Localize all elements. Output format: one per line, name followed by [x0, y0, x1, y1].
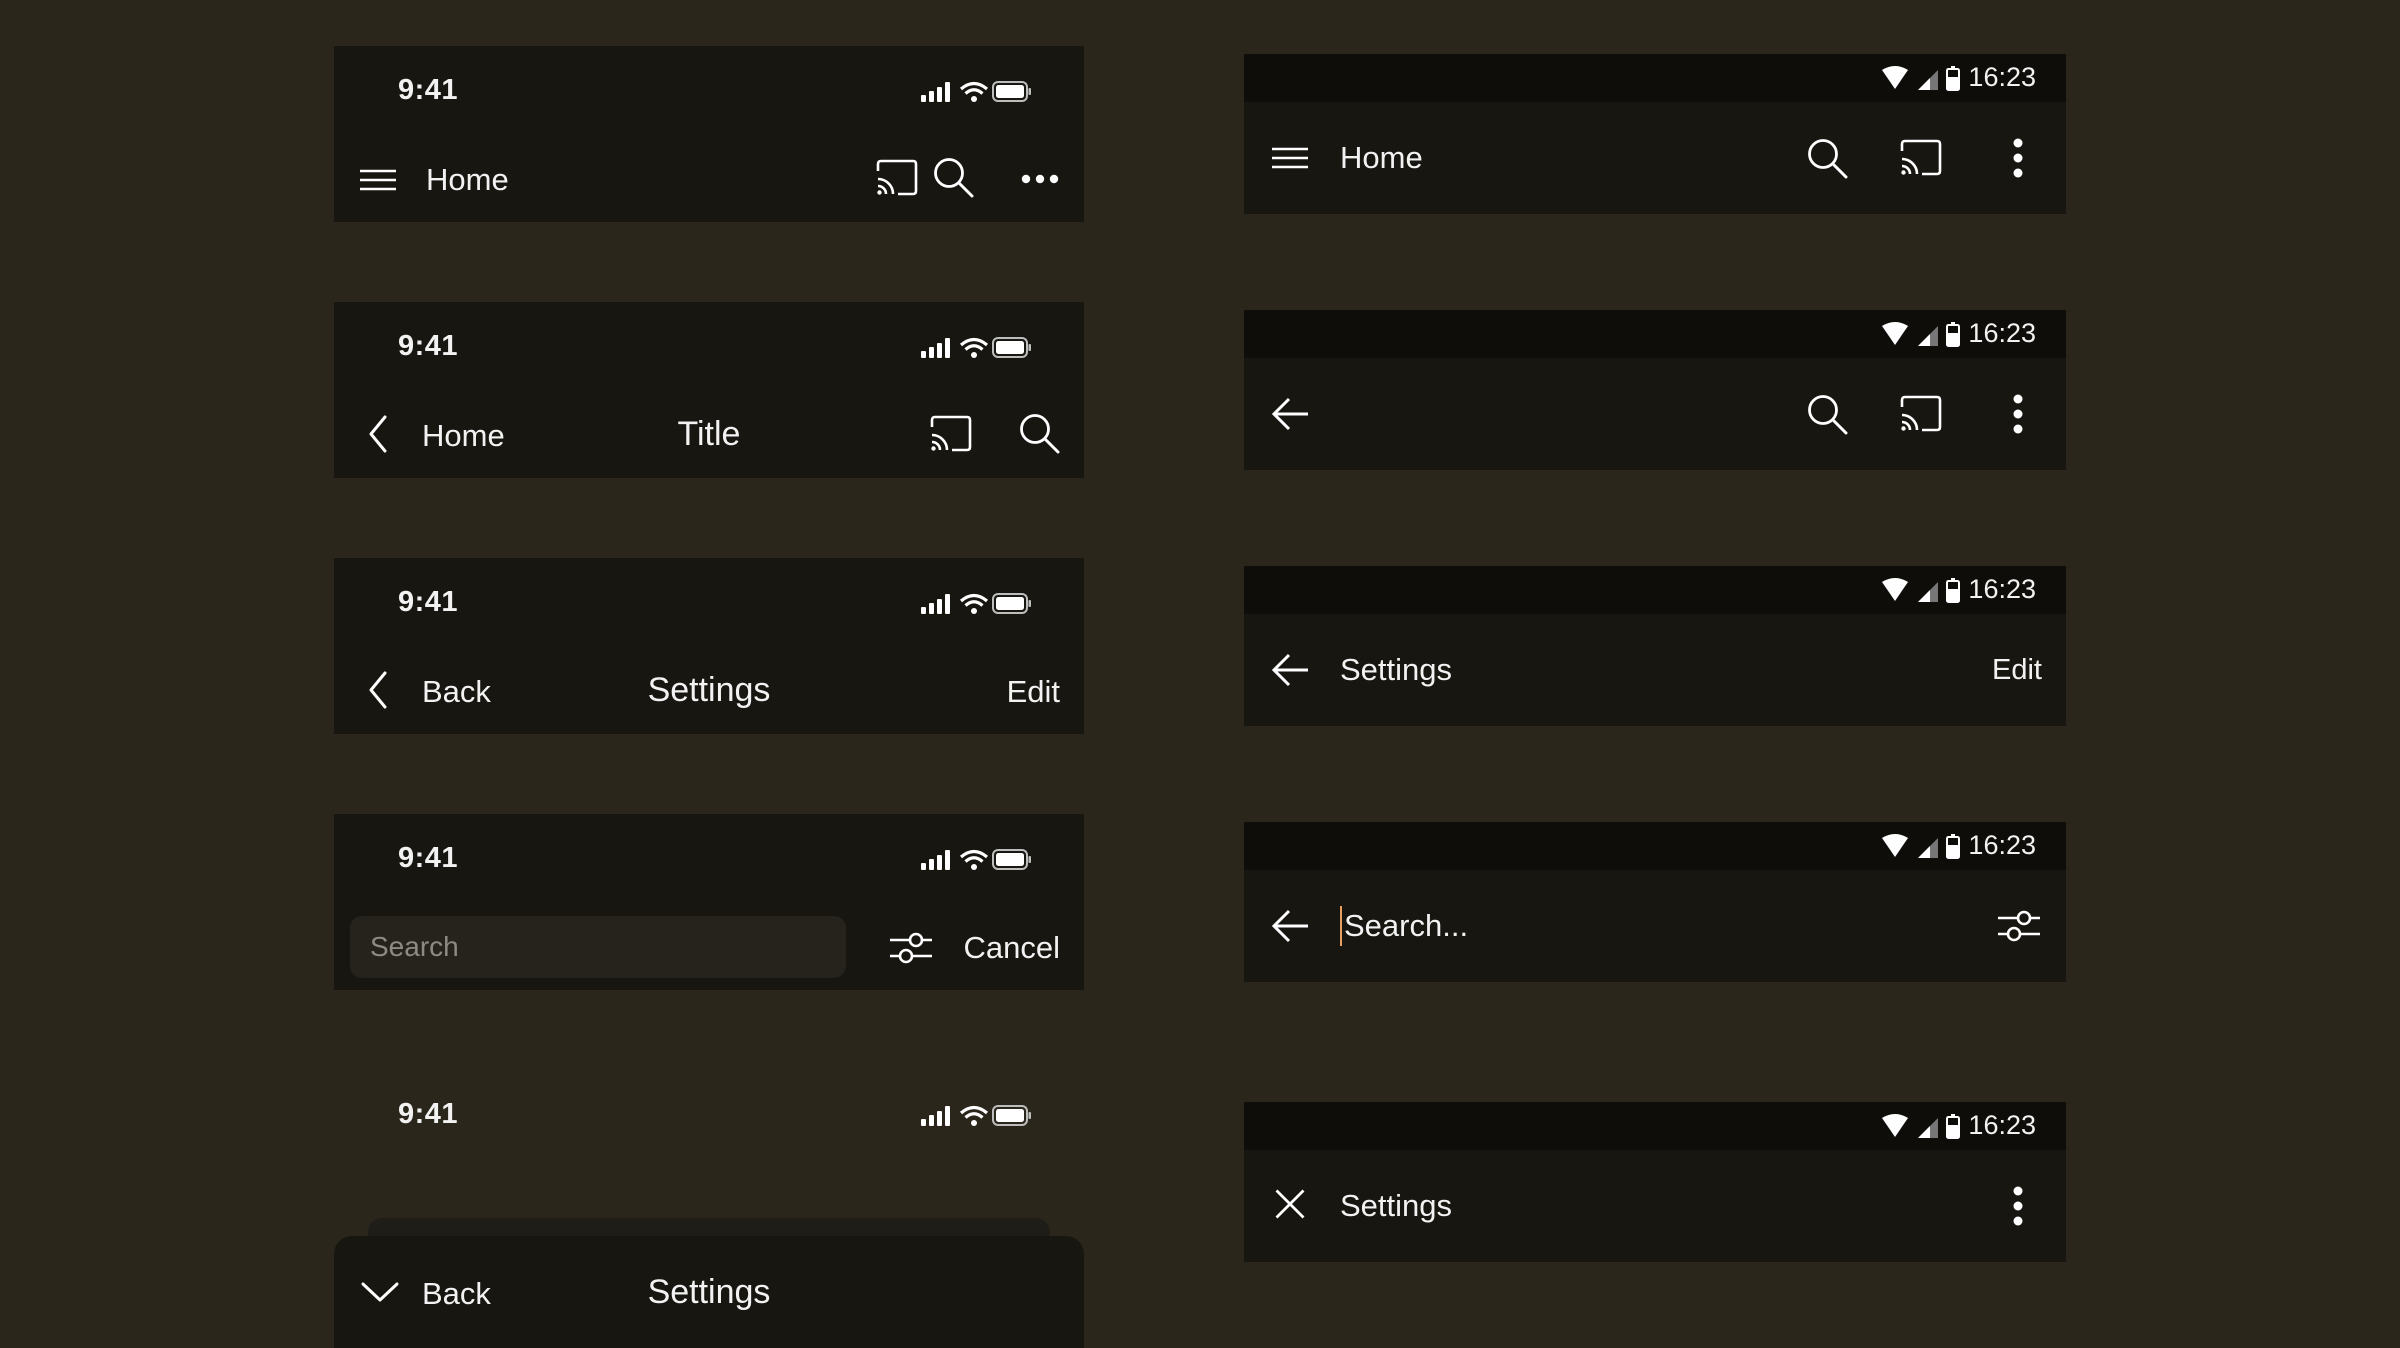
android-toolbar: Settings [1244, 1150, 2066, 1262]
ios-navbar-settings: 9:41 Back Settings Edit [334, 558, 1084, 734]
cast-icon[interactable] [1898, 138, 1944, 178]
search-input[interactable]: Search [350, 916, 846, 978]
status-time: 9:41 [398, 74, 459, 106]
android-appbar-settings: 16:23 Settings Edit [1244, 566, 2066, 726]
filter-sliders-icon[interactable] [888, 928, 934, 968]
signal-wifi-battery-icon [921, 590, 1031, 620]
ios-nav-bar: Search Cancel [334, 902, 1084, 990]
wifi-signal-battery-icon [1880, 832, 1970, 862]
status-time: 16:23 [1968, 574, 2036, 604]
signal-wifi-battery-icon [921, 78, 1031, 108]
android-toolbar: Search... [1244, 870, 2066, 982]
ios-status-bar: 9:41 [334, 814, 1084, 902]
status-time: 9:41 [398, 1098, 459, 1130]
text-cursor [1340, 906, 1342, 946]
status-time: 16:23 [1968, 62, 2036, 92]
ios-nav-bar: Back Settings Edit [334, 646, 1084, 734]
android-toolbar [1244, 358, 2066, 470]
page-title: Settings [647, 671, 771, 709]
status-time: 9:41 [398, 586, 459, 618]
search-value[interactable]: Search... [1344, 908, 1468, 944]
cast-icon[interactable] [1898, 394, 1944, 434]
edit-button[interactable]: Edit [1992, 654, 2042, 687]
wifi-signal-battery-icon [1880, 576, 1970, 606]
cast-icon[interactable] [874, 158, 920, 198]
status-time: 16:23 [1968, 1110, 2036, 1140]
android-appbar-back: 16:23 [1244, 310, 2066, 470]
ios-sheet-navbar: 9:41 Back Settings [334, 1070, 1084, 1348]
ios-status-bar: 9:41 [334, 1070, 1084, 1158]
search-icon[interactable] [932, 156, 974, 198]
search-placeholder: Search [370, 931, 459, 962]
wifi-signal-battery-icon [1880, 64, 1970, 94]
ios-search-bar: 9:41 Search Cancel [334, 814, 1084, 990]
android-status-bar: 16:23 [1244, 310, 2066, 358]
android-toolbar: Home [1244, 102, 2066, 214]
ios-status-bar: 9:41 [334, 302, 1084, 390]
arrow-back-icon[interactable] [1270, 394, 1310, 434]
android-status-bar: 16:23 [1244, 822, 2066, 870]
close-icon[interactable] [1272, 1186, 1308, 1222]
android-status-bar: 16:23 [1244, 1102, 2066, 1150]
arrow-back-icon[interactable] [1270, 906, 1310, 946]
toolbar-title: Home [1340, 140, 1423, 175]
android-status-bar: 16:23 [1244, 54, 2066, 102]
toolbar-title: Settings [1340, 1188, 1453, 1223]
cancel-button[interactable]: Cancel [964, 930, 1061, 966]
search-icon[interactable] [1806, 393, 1848, 435]
ios-nav-bar: Home [334, 134, 1084, 222]
android-search-bar: 16:23 Search... [1244, 822, 2066, 982]
cast-icon[interactable] [928, 414, 974, 454]
arrow-back-icon[interactable] [1270, 650, 1310, 690]
android-toolbar: Settings Edit [1244, 614, 2066, 726]
ios-nav-bar: Home Title [334, 390, 1084, 478]
signal-wifi-battery-icon [921, 1102, 1031, 1132]
more-vertical-icon[interactable] [2012, 393, 2024, 435]
signal-wifi-battery-icon [921, 334, 1031, 364]
toolbar-title: Settings [1340, 652, 1453, 687]
wifi-signal-battery-icon [1880, 320, 1970, 350]
wifi-signal-battery-icon [1880, 1112, 1970, 1142]
ios-navbar-home: 9:41 Home [334, 46, 1084, 222]
more-horizontal-icon[interactable] [1020, 173, 1060, 185]
signal-wifi-battery-icon [921, 846, 1031, 876]
menu-icon[interactable] [1270, 138, 1310, 178]
search-icon[interactable] [1806, 137, 1848, 179]
sheet-nav-bar: Back Settings [334, 1236, 1084, 1348]
status-time: 9:41 [398, 842, 459, 874]
filter-sliders-icon[interactable] [1996, 906, 2042, 946]
android-appbar-close: 16:23 Settings [1244, 1102, 2066, 1262]
android-status-bar: 16:23 [1244, 566, 2066, 614]
edit-button[interactable]: Edit [1007, 674, 1060, 710]
ios-navbar-title: 9:41 Home Title [334, 302, 1084, 478]
page-title: Settings [647, 1273, 771, 1311]
menu-icon[interactable] [358, 160, 398, 200]
more-vertical-icon[interactable] [2012, 1185, 2024, 1227]
ios-status-bar: 9:41 [334, 46, 1084, 134]
search-icon[interactable] [1018, 412, 1060, 454]
more-vertical-icon[interactable] [2012, 137, 2024, 179]
ios-status-bar: 9:41 [334, 558, 1084, 646]
status-time: 16:23 [1968, 318, 2036, 348]
status-time: 16:23 [1968, 830, 2036, 860]
status-time: 9:41 [398, 330, 459, 362]
nav-title: Home [426, 162, 509, 197]
android-appbar-home: 16:23 Home [1244, 54, 2066, 214]
